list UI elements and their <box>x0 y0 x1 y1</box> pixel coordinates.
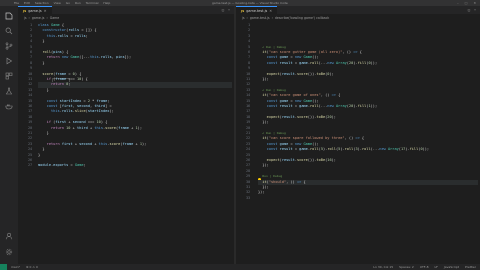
breadcrumb-item[interactable]: js <box>24 16 27 20</box>
status-right: Ln 30, Col 15 Spaces: 2 UTF-8 LF JavaScr… <box>373 265 476 269</box>
explorer-icon[interactable] <box>5 12 13 20</box>
js-file-icon: JS <box>23 8 27 13</box>
split-editor-icon[interactable]: ◫ <box>468 8 470 12</box>
code-line: } <box>42 39 45 44</box>
menu-item-selection[interactable]: Selection <box>35 1 49 5</box>
close-icon[interactable]: ✕ <box>269 9 272 13</box>
menu-item-edit[interactable]: Edit <box>24 1 30 5</box>
code-line: }); <box>258 190 265 195</box>
chevron-right-icon: › <box>271 15 273 20</box>
code-line: } <box>38 152 41 157</box>
code-line: this.rolls.slice(startIndex); <box>50 109 114 114</box>
code-line: } <box>42 60 45 65</box>
line-ending[interactable]: LF <box>435 265 438 269</box>
tab-label: game.test.js <box>246 8 268 13</box>
code-editor[interactable]: 1 class Game {2 constructor(rolls = []) {… <box>18 21 234 261</box>
more-actions-icon[interactable]: ⋯ <box>228 8 230 12</box>
code-line: expect(result.score()).toBe(20); <box>266 114 336 119</box>
close-icon[interactable]: ✕ <box>473 1 476 5</box>
breadcrumb: js › game.test.js › describe('bowling ga… <box>236 14 480 21</box>
tab-game-js[interactable]: JS game.js ✕ <box>18 6 52 14</box>
code-line: it("should", () => { <box>258 179 478 185</box>
right-tab-bar: JS game.test.js ✕ ◫ ⋯ <box>236 6 480 14</box>
editor-actions: ◫ ⋯ <box>468 8 476 12</box>
code-line: expect(result.score()).toBe(16); <box>266 158 336 162</box>
breadcrumb-item[interactable]: game.js <box>32 16 45 20</box>
menu-item-help[interactable]: Help <box>103 1 110 5</box>
testing-icon[interactable] <box>5 87 13 95</box>
docker-icon[interactable] <box>5 102 13 110</box>
code-line: this.rolls = rolls; <box>46 33 88 38</box>
run-debug-icon[interactable] <box>5 57 13 65</box>
left-tab-bar: JS game.js ✕ ◫ ⋯ <box>18 6 234 14</box>
breadcrumb-item[interactable]: js <box>242 16 245 20</box>
code-line: }); <box>262 163 269 168</box>
settings-icon[interactable] <box>5 248 13 256</box>
menu-item-go[interactable]: Go <box>66 1 70 5</box>
window-controls: – □ ✕ <box>457 1 476 5</box>
more-actions-icon[interactable]: ⋯ <box>474 8 476 12</box>
code-line: }); <box>262 120 269 125</box>
search-icon[interactable] <box>5 27 13 35</box>
code-line: return 0; <box>38 82 232 88</box>
accounts-icon[interactable] <box>5 232 13 240</box>
activity-bar <box>0 6 18 264</box>
menu-item-run[interactable]: Run <box>75 1 81 5</box>
maximize-icon[interactable]: □ <box>465 1 468 5</box>
chevron-right-icon: › <box>28 15 30 20</box>
code-line: const result = game.roll(...new Array(20… <box>266 60 378 65</box>
problems-status[interactable]: ⊗ 0 ⚠ 0 <box>26 265 38 269</box>
menu-item-file[interactable]: File <box>14 1 19 5</box>
code-line: }); <box>262 77 269 81</box>
source-control-icon[interactable] <box>5 42 13 50</box>
line-number: 33 <box>246 195 250 200</box>
breadcrumb-item[interactable]: describe('bowling game') callback <box>275 16 329 20</box>
code-editor[interactable]: 12345 ✔ Run | Debug 6 it("can score gutte… <box>236 21 480 261</box>
chevron-right-icon: › <box>246 15 248 20</box>
right-editor: JS game.test.js ✕ ◫ ⋯ js › game.test.js … <box>236 6 480 264</box>
indentation[interactable]: Spaces: 2 <box>399 265 414 269</box>
code-line: module.exports = Game; <box>38 163 86 168</box>
cursor-position[interactable]: Ln 30, Col 15 <box>373 265 393 269</box>
breadcrumb-item[interactable]: Game <box>50 16 60 20</box>
split-editor-icon[interactable]: ◫ <box>222 8 224 12</box>
encoding[interactable]: UTF-8 <box>420 265 429 269</box>
code-line: } <box>46 131 49 135</box>
editor-actions: ◫ ⋯ <box>222 8 230 12</box>
breadcrumb: js › game.js › Game <box>18 14 234 21</box>
minimize-icon[interactable]: – <box>457 1 459 5</box>
menu-bar: File Edit Selection View Go Run Terminal Help <box>14 1 110 5</box>
close-icon[interactable]: ✕ <box>44 9 47 13</box>
window-title: game.test.js — bowling-kata — Visual Stu… <box>212 1 288 5</box>
code-line: } <box>46 87 49 92</box>
code-line: const result = game.roll(5).roll(5).roll… <box>266 147 430 152</box>
code-line: return 10 + third + this.score(frame + 1… <box>50 125 142 130</box>
chevron-right-icon: › <box>46 15 48 20</box>
code-line: const result = game.roll(...new Array(20… <box>266 104 378 108</box>
line-number: 27 <box>28 163 32 168</box>
code-line: return new Game([...this.rolls, pins]); <box>46 55 132 60</box>
code-line: return first + second + this.score(frame… <box>46 141 147 146</box>
tab-label: game.js <box>28 8 42 13</box>
left-editor: JS game.js ✕ ◫ ⋯ js › game.js › Game 1 cl… <box>18 6 234 264</box>
js-file-icon: JS <box>241 8 245 13</box>
extensions-icon[interactable] <box>5 72 13 80</box>
menu-item-view[interactable]: View <box>54 1 61 5</box>
formatter-status[interactable]: Prettier <box>465 265 476 269</box>
branch-status[interactable]: main* <box>11 265 20 269</box>
code-line: expect(result.score()).toBe(0); <box>266 71 334 76</box>
language-mode[interactable]: JavaScript <box>444 265 459 269</box>
breadcrumb-item[interactable]: game.test.js <box>250 16 270 20</box>
tab-game-test-js[interactable]: JS game.test.js ✕ <box>236 6 278 14</box>
menu-item-terminal[interactable]: Terminal <box>86 1 99 5</box>
remote-indicator[interactable] <box>0 264 7 270</box>
status-left: main* ⊗ 0 ⚠ 0 <box>11 265 38 269</box>
status-bar: main* ⊗ 0 ⚠ 0 Ln 30, Col 15 Spaces: 2 UT… <box>0 264 480 270</box>
